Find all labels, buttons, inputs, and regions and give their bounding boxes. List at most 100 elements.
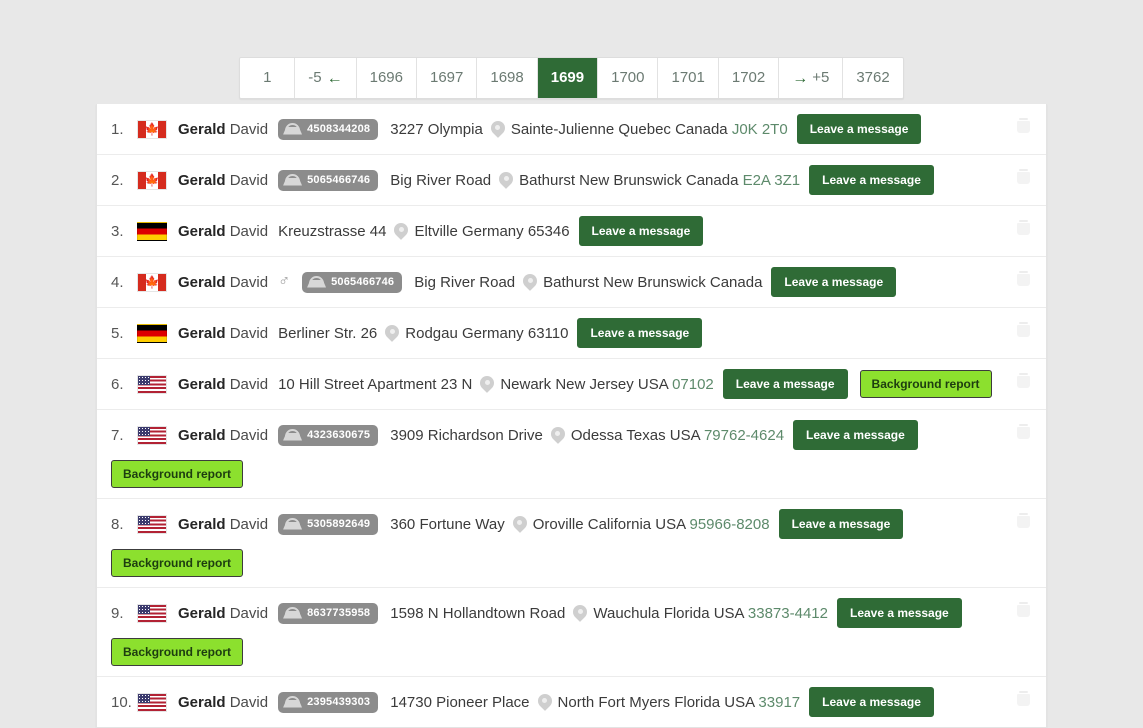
person-name[interactable]: Gerald David	[178, 427, 268, 444]
phone-number: 5065466746	[307, 174, 371, 186]
trash-icon[interactable]	[1017, 691, 1030, 706]
trash-icon[interactable]	[1017, 424, 1030, 439]
trash-icon[interactable]	[1017, 322, 1030, 337]
result-row: 3. Gerald David Kreuzstrasse 44 Eltville Ge…	[97, 206, 1046, 257]
location-city-region: Sainte-Julienne Quebec Canada	[510, 120, 728, 138]
background-report-button[interactable]: Background report	[859, 370, 992, 398]
flag-icon-us	[137, 603, 167, 623]
phone-badge[interactable]: 5065466746	[278, 169, 379, 191]
flag-icon-ca: 🍁	[137, 119, 167, 139]
person-first-name: Gerald	[178, 222, 226, 240]
pagination-page-1701[interactable]: 1701	[658, 58, 719, 98]
pagination-page-1696[interactable]: 1696	[357, 58, 417, 98]
phone-icon	[282, 173, 303, 188]
person-name[interactable]: Gerald David	[178, 274, 268, 291]
person-name[interactable]: Gerald David	[178, 172, 268, 189]
background-report-button[interactable]: Background report	[111, 638, 244, 666]
phone-number: 5065466746	[331, 276, 395, 288]
person-first-name: Gerald	[178, 693, 226, 711]
trash-icon[interactable]	[1017, 169, 1030, 184]
pagination-jump-forward[interactable]: → +5	[779, 58, 844, 98]
location-text: Eltville Germany 65346	[414, 223, 569, 240]
pagination-page-1699[interactable]: 1699	[537, 58, 599, 98]
phone-icon	[306, 275, 327, 290]
person-name[interactable]: Gerald David	[178, 223, 268, 240]
person-last-name: David	[229, 171, 269, 189]
postal-code: E2A 3Z1	[742, 171, 801, 189]
result-row: 6. Gerald David 10 Hill Street Apartment 2…	[97, 359, 1046, 410]
trash-icon[interactable]	[1017, 271, 1030, 286]
arrow-left-icon: ←	[326, 70, 343, 87]
trash-icon[interactable]	[1017, 220, 1030, 235]
leave-message-button[interactable]: Leave a message	[771, 267, 897, 297]
map-pin-icon	[538, 693, 552, 712]
phone-number: 4508344208	[307, 123, 371, 135]
street-address: 360 Fortune Way	[390, 515, 505, 533]
person-last-name: David	[229, 324, 269, 342]
row-index: 6.	[111, 375, 124, 393]
trash-icon[interactable]	[1017, 118, 1030, 133]
trash-icon[interactable]	[1017, 602, 1030, 617]
person-last-name: David	[229, 604, 269, 622]
person-last-name: David	[229, 426, 269, 444]
phone-badge[interactable]: 2395439303	[278, 691, 379, 713]
pagination[interactable]: 1 -5 ← 1696 1697 1698 1699 1700 1701 1702 → +5 3762	[239, 57, 904, 99]
leave-message-button[interactable]: Leave a message	[578, 216, 704, 246]
pagination-page-1[interactable]: 1	[240, 58, 296, 98]
phone-badge[interactable]: 4508344208	[278, 118, 379, 140]
person-last-name: David	[229, 375, 269, 393]
person-name[interactable]: Gerald David	[178, 605, 268, 622]
leave-message-button[interactable]: Leave a message	[809, 165, 934, 195]
person-name[interactable]: Gerald David	[178, 376, 268, 393]
person-first-name: Gerald	[178, 324, 226, 342]
street-address: Berliner Str. 26	[278, 324, 378, 342]
person-name[interactable]: Gerald David	[178, 694, 268, 711]
pagination-page-1697[interactable]: 1697	[417, 58, 478, 98]
pagination-page-1698[interactable]: 1698	[477, 58, 538, 98]
location-text: Bathurst New Brunswick Canada	[543, 274, 762, 291]
pagination-jump-back[interactable]: -5 ←	[295, 58, 357, 98]
leave-message-button[interactable]: Leave a message	[722, 369, 848, 399]
street-address: Kreuzstrasse 44	[278, 222, 387, 240]
pagination-page-1702[interactable]: 1702	[719, 58, 780, 98]
location-text: Wauchula Florida USA 33873-4412	[593, 605, 828, 622]
location-text: Rodgau Germany 63110	[405, 325, 568, 342]
flag-icon-ca: 🍁	[137, 272, 167, 292]
person-name[interactable]: Gerald David	[178, 121, 268, 138]
location-text: Oroville California USA 95966-8208	[533, 516, 770, 533]
map-pin-icon	[523, 273, 537, 292]
person-name[interactable]: Gerald David	[178, 516, 268, 533]
row-index: 3.	[111, 222, 124, 240]
phone-badge[interactable]: 4323630675	[278, 424, 379, 446]
phone-badge[interactable]: 5305892649	[278, 513, 379, 535]
results-list: 1. 🍁 Gerald David 4508344208 3227 Olympia Sai…	[96, 104, 1047, 728]
trash-icon[interactable]	[1017, 513, 1030, 528]
leave-message-button[interactable]: Leave a message	[577, 318, 703, 348]
person-first-name: Gerald	[178, 375, 226, 393]
map-pin-icon	[394, 222, 408, 241]
leave-message-button[interactable]: Leave a message	[778, 509, 904, 539]
background-report-button[interactable]: Background report	[111, 549, 244, 577]
row-index: 4.	[111, 273, 124, 291]
row-index: 7.	[111, 426, 124, 444]
row-index: 2.	[111, 171, 124, 189]
phone-badge[interactable]: 8637735958	[278, 602, 379, 624]
leave-message-button[interactable]: Leave a message	[809, 687, 934, 717]
result-row: 8. Gerald David 5305892649 360 Fortune Way O…	[97, 499, 1046, 588]
person-last-name: David	[229, 273, 269, 291]
leave-message-button[interactable]: Leave a message	[796, 114, 922, 144]
leave-message-button[interactable]: Leave a message	[793, 420, 918, 450]
phone-badge[interactable]: 5065466746	[302, 271, 403, 293]
background-report-button[interactable]: Background report	[111, 460, 244, 488]
pagination-page-3762[interactable]: 3762	[843, 58, 902, 98]
phone-number: 5305892649	[307, 518, 371, 530]
location-city-region: Bathurst New Brunswick Canada	[519, 171, 739, 189]
leave-message-button[interactable]: Leave a message	[836, 598, 962, 628]
pagination-page-1700[interactable]: 1700	[598, 58, 659, 98]
phone-icon	[282, 517, 303, 532]
person-name[interactable]: Gerald David	[178, 325, 268, 342]
result-row: 7. Gerald David 4323630675 3909 Richardson …	[97, 410, 1046, 499]
map-pin-icon	[385, 324, 399, 343]
trash-icon[interactable]	[1017, 373, 1030, 388]
person-first-name: Gerald	[178, 273, 226, 291]
